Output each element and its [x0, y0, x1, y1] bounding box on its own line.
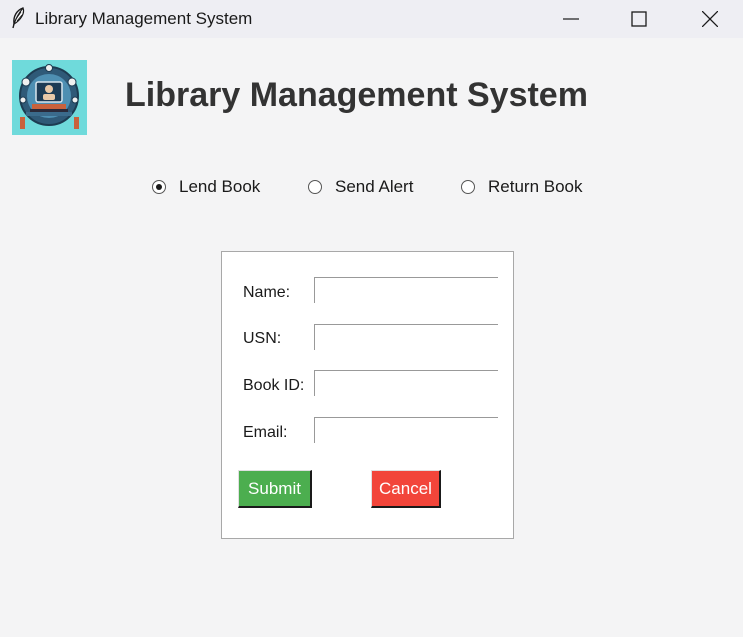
email-input[interactable]	[314, 417, 498, 443]
book-id-label: Book ID:	[243, 377, 305, 394]
radio-lend-book-label[interactable]: Lend Book	[179, 177, 260, 197]
close-button[interactable]	[687, 0, 733, 38]
lend-book-form: Name: USN: Book ID: Email: Submit Cancel	[221, 251, 514, 539]
page-title: Library Management System	[125, 76, 588, 114]
email-label: Email:	[243, 424, 288, 441]
main-content: Library Management System Lend Book Send…	[0, 38, 743, 637]
radio-return-book-label[interactable]: Return Book	[488, 177, 583, 197]
feather-icon	[10, 6, 26, 29]
title-bar: Library Management System	[0, 0, 743, 38]
radio-send-alert[interactable]: Send Alert	[308, 176, 413, 198]
minimize-icon	[563, 18, 579, 20]
close-icon	[702, 11, 718, 27]
radio-unchecked-icon[interactable]	[461, 180, 475, 194]
radio-lend-book[interactable]: Lend Book	[152, 176, 260, 198]
maximize-button[interactable]	[616, 0, 662, 38]
maximize-icon	[631, 11, 647, 27]
cancel-button[interactable]: Cancel	[371, 470, 441, 508]
radio-return-book[interactable]: Return Book	[461, 176, 583, 198]
usn-input[interactable]	[314, 324, 498, 350]
window-title: Library Management System	[35, 9, 253, 28]
library-logo-icon	[12, 60, 87, 135]
name-input[interactable]	[314, 277, 498, 303]
usn-label: USN:	[243, 330, 282, 347]
name-label: Name:	[243, 284, 291, 301]
radio-unchecked-icon[interactable]	[308, 180, 322, 194]
minimize-button[interactable]	[548, 0, 594, 38]
submit-button[interactable]: Submit	[238, 470, 312, 508]
radio-send-alert-label[interactable]: Send Alert	[335, 177, 413, 197]
book-id-input[interactable]	[314, 370, 498, 396]
radio-checked-icon[interactable]	[152, 180, 166, 194]
